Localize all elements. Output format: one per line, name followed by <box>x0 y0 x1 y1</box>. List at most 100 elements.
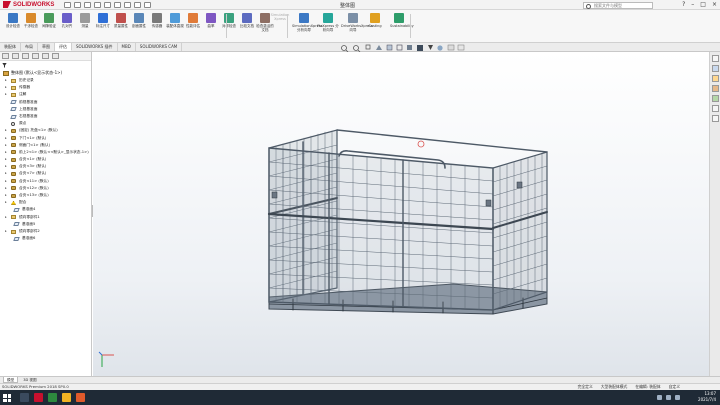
expand-arrow-icon[interactable]: ▸ <box>5 170 7 177</box>
expand-arrow-icon[interactable]: ▸ <box>5 178 7 185</box>
undo-icon[interactable] <box>114 1 122 8</box>
display-manager-tab-icon[interactable] <box>42 53 49 59</box>
tree-item[interactable]: 基准面4 <box>3 206 91 213</box>
tree-item[interactable]: ▸ (固定) 托盘<1> (默认) <box>3 127 91 134</box>
tree-item[interactable]: ▸ 合页<13> (默认) <box>3 192 91 199</box>
tab-4[interactable]: 评估 <box>55 43 72 51</box>
tree-item[interactable]: ▸ 合页<11> (默认) <box>3 178 91 185</box>
ribbon-button-10[interactable]: 装配体直观 <box>166 13 184 28</box>
ribbon-button-14[interactable]: 比较文档 <box>238 13 256 28</box>
ribbon-button-16[interactable]: SimulationXpress 分析向导 <box>292 13 322 32</box>
expand-arrow-icon[interactable]: ▸ <box>5 156 7 163</box>
ribbon-button-17[interactable]: FloXpress 分析向导 <box>316 13 340 32</box>
select-icon[interactable] <box>124 1 132 8</box>
expand-arrow-icon[interactable]: ▸ <box>5 77 7 84</box>
property-manager-tab-icon[interactable] <box>12 53 19 59</box>
save-icon[interactable] <box>94 1 102 8</box>
expand-arrow-icon[interactable]: ▸ <box>5 163 7 170</box>
expand-arrow-icon[interactable]: ▸ <box>5 185 7 192</box>
network-icon[interactable] <box>657 395 662 400</box>
tree-item[interactable]: ▸ 传感器 <box>3 84 91 91</box>
clock[interactable]: 13:07 2021/7/4 <box>698 391 716 403</box>
tree-item[interactable]: 前视基准面 <box>3 99 91 106</box>
task-view-icon[interactable] <box>20 393 29 402</box>
configuration-tab-icon[interactable] <box>22 53 29 59</box>
resources-icon[interactable] <box>711 55 719 62</box>
graphics-viewport[interactable] <box>93 52 709 376</box>
file-explorer-icon[interactable] <box>711 75 719 82</box>
ribbon-button-9[interactable]: 传感器 <box>148 13 166 28</box>
ribbon-button-18[interactable]: DriveWorksXpress 向导 <box>341 13 373 32</box>
open-file-icon[interactable] <box>84 1 92 8</box>
app-orange-icon[interactable] <box>76 393 85 402</box>
dimxpert-tab-icon[interactable] <box>32 53 39 59</box>
tab-7[interactable]: SOLIDWORKS CAM <box>136 43 183 51</box>
expand-arrow-icon[interactable]: ▸ <box>5 84 7 91</box>
tree-item[interactable]: 上视基准面 <box>3 106 91 113</box>
new-file-icon[interactable] <box>74 1 82 8</box>
ribbon-button-2[interactable]: 干涉检查 <box>22 13 40 28</box>
tree-item[interactable]: ▸ 前上2<1> (默认<<默认>_显示状态-1>) <box>3 149 91 156</box>
maximize-icon[interactable]: □ <box>700 1 706 8</box>
expand-arrow-icon[interactable]: ▸ <box>5 135 7 142</box>
home-icon[interactable] <box>64 1 72 8</box>
solidworks-taskbar-icon[interactable] <box>34 393 43 402</box>
ribbon-button-19[interactable]: Costing <box>366 13 384 28</box>
search-input[interactable]: 搜索文件与模型 <box>583 2 653 9</box>
help-icon[interactable]: ? <box>682 1 685 8</box>
tree-item[interactable]: ▸ 配合 <box>3 199 91 206</box>
ribbon-button-13[interactable]: 对称检查 <box>220 13 238 28</box>
tree-item[interactable]: ▸ 注解 <box>3 91 91 98</box>
solidworks-forum-icon[interactable] <box>711 115 719 122</box>
ribbon-button-12[interactable]: 曲率 <box>202 13 220 28</box>
options-icon[interactable] <box>144 1 152 8</box>
expand-arrow-icon[interactable]: ▸ <box>5 228 7 235</box>
ribbon-button-1[interactable]: 设计检查 <box>4 13 22 28</box>
expand-arrow-icon[interactable]: ▸ <box>5 127 7 134</box>
tree-item[interactable]: ▸ 合页<1> (默认) <box>3 156 91 163</box>
tree-item[interactable]: ▸ 下门<1> (默认) <box>3 135 91 142</box>
tree-item[interactable]: ▸ 合页<12> (默认) <box>3 185 91 192</box>
ime-icon[interactable] <box>675 395 680 400</box>
tree-item[interactable]: ▸ 镜向零部件2 <box>3 228 91 235</box>
ribbon-button-8[interactable]: 剖面属性 <box>130 13 148 28</box>
ribbon-button-11[interactable]: 性能评估 <box>184 13 202 28</box>
tab-6[interactable]: MBD <box>118 43 136 51</box>
tree-item[interactable]: 原点 <box>3 120 91 127</box>
tree-item[interactable]: 基准面5 <box>3 221 91 228</box>
tab-3[interactable]: 草图 <box>38 43 55 51</box>
tree-root[interactable]: 整体图 (默认<显示状态-1>) <box>0 69 91 77</box>
cam-tab-icon[interactable] <box>52 53 59 59</box>
tree-filter[interactable] <box>0 61 91 69</box>
view-toolbar-icons[interactable] <box>340 44 480 52</box>
tree-item[interactable]: 基准面6 <box>3 235 91 242</box>
design-library-icon[interactable] <box>711 65 719 72</box>
tab-5[interactable]: SOLIDWORKS 插件 <box>72 43 118 51</box>
expand-arrow-icon[interactable]: ▸ <box>5 91 7 98</box>
tree-item[interactable]: ▸ 合页<3> (默认) <box>3 163 91 170</box>
view-palette-icon[interactable] <box>711 85 719 92</box>
app-green-icon[interactable] <box>48 393 57 402</box>
tree-item[interactable]: 右视基准面 <box>3 113 91 120</box>
ribbon-button-7[interactable]: 质量属性 <box>112 13 130 28</box>
rebuild-icon[interactable] <box>134 1 142 8</box>
tab-2[interactable]: 布局 <box>21 43 38 51</box>
expand-arrow-icon[interactable]: ▸ <box>5 142 7 149</box>
appearances-icon[interactable] <box>711 95 719 102</box>
tree-item[interactable]: ▸ 合页<7> (默认) <box>3 170 91 177</box>
ribbon-button-5[interactable]: 测量 <box>76 13 94 28</box>
ribbon-button-4[interactable]: 孔对齐 <box>58 13 76 28</box>
print-icon[interactable] <box>104 1 112 8</box>
custom-properties-icon[interactable] <box>711 105 719 112</box>
volume-icon[interactable] <box>666 395 671 400</box>
tree-item[interactable]: ▸ 侧面门<1> (默认) <box>3 142 91 149</box>
minimize-icon[interactable]: – <box>691 1 694 8</box>
tree-item[interactable]: ▸ 历史记录 <box>3 77 91 84</box>
ribbon-button-3[interactable]: 间隙验证 <box>40 13 58 28</box>
reference-triad-icon[interactable] <box>98 351 114 367</box>
expand-arrow-icon[interactable]: ▸ <box>5 199 7 206</box>
start-menu-icon[interactable] <box>3 394 11 402</box>
feature-tree-tab-icon[interactable] <box>2 53 9 59</box>
close-icon[interactable]: × <box>712 1 717 8</box>
ribbon-button-6[interactable]: 标注尺寸 <box>94 13 112 28</box>
